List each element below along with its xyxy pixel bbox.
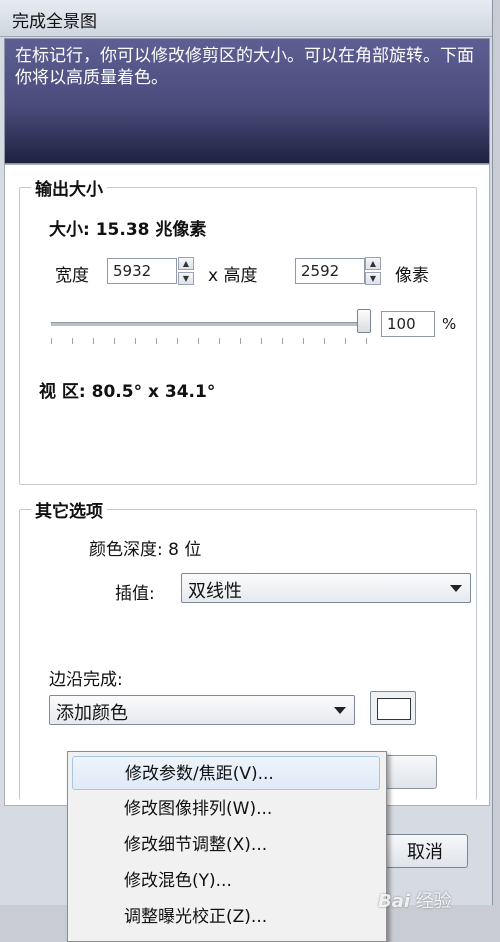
edge-color-swatch: [377, 698, 411, 720]
output-size-group-label: 输出大小: [31, 175, 107, 200]
height-spinner[interactable]: ▲ ▼: [365, 257, 381, 285]
interpolation-label: 插值:: [115, 584, 155, 604]
menu-item-modify-blending[interactable]: 修改混色(Y)...: [72, 864, 380, 898]
percent-sign: %: [442, 315, 457, 333]
window-title: 完成全景图: [12, 12, 97, 32]
width-label: 宽度: [55, 266, 89, 286]
width-spinner[interactable]: ▲ ▼: [178, 257, 194, 285]
edge-completion-dropdown[interactable]: 添加颜色: [49, 695, 355, 725]
chevron-down-icon: [450, 585, 462, 592]
width-spin-up-icon[interactable]: ▲: [178, 257, 194, 270]
size-megapixels-label: 大小: 15.38 兆像素: [49, 220, 207, 240]
chevron-down-icon: [334, 707, 346, 714]
context-menu: 修改参数/焦距(V)... 修改图像排列(W)... 修改细节调整(X)... …: [67, 751, 387, 942]
scale-slider-track[interactable]: [51, 322, 371, 326]
height-input[interactable]: [295, 258, 365, 284]
menu-item-modify-detail-adjustment[interactable]: 修改细节调整(X)...: [72, 828, 380, 862]
edge-completion-label: 边沿完成:: [49, 670, 123, 690]
height-spin-down-icon[interactable]: ▼: [365, 272, 381, 285]
settings-panel: 输出大小 大小: 15.38 兆像素 宽度 ▲ ▼ x 高度 ▲ ▼ 像素 % …: [4, 164, 490, 806]
color-depth-label: 颜色深度: 8 位: [89, 540, 202, 560]
menu-item-modify-parameters[interactable]: 修改参数/焦距(V)...: [72, 756, 380, 790]
banner-text: 在标记行，你可以修改修剪区的大小。可以在角部旋转。下面你将以高质量着色。: [15, 46, 474, 88]
menu-item-modify-image-arrangement[interactable]: 修改图像排列(W)...: [72, 792, 380, 826]
watermark-suffix: 经验: [415, 891, 452, 912]
baidu-watermark: Bai 经验: [378, 887, 452, 913]
menu-item-adjust-exposure[interactable]: 调整曝光校正(Z)...: [72, 900, 380, 934]
edge-color-swatch-button[interactable]: [370, 691, 416, 725]
other-options-group-label: 其它选项: [31, 497, 107, 522]
header-banner: 在标记行，你可以修改修剪区的大小。可以在角部旋转。下面你将以高质量着色。: [4, 38, 490, 164]
pixel-unit-label: 像素: [395, 266, 429, 286]
interpolation-value: 双线性: [188, 581, 242, 602]
field-of-view-label: 视 区: 80.5° x 34.1°: [39, 382, 216, 402]
height-spin-up-icon[interactable]: ▲: [365, 257, 381, 270]
cancel-button[interactable]: 取消: [382, 834, 468, 868]
width-input[interactable]: [107, 258, 177, 284]
times-height-label: x 高度: [208, 266, 258, 286]
title-bar: 完成全景图: [0, 0, 492, 37]
edge-completion-value: 添加颜色: [56, 703, 128, 724]
scale-slider-ticks: [51, 338, 371, 344]
watermark-logo: Bai: [378, 891, 411, 912]
scale-percent-input[interactable]: [381, 311, 435, 337]
scale-slider-thumb[interactable]: [357, 309, 371, 333]
width-spin-down-icon[interactable]: ▼: [178, 272, 194, 285]
interpolation-dropdown[interactable]: 双线性: [181, 573, 471, 603]
